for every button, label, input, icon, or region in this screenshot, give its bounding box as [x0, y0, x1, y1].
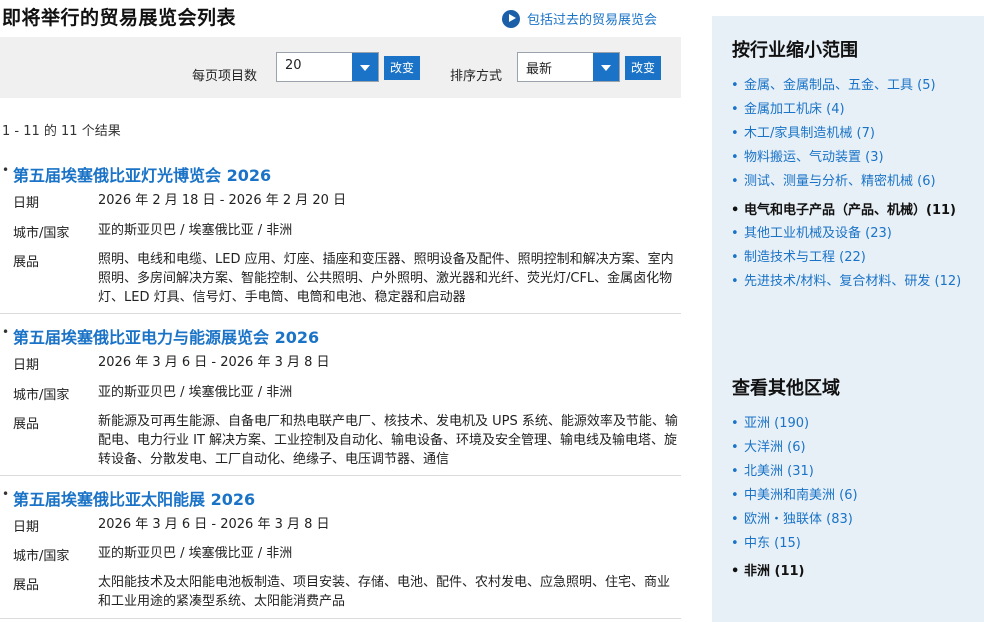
- page-title: 即将举行的贸易展览会列表: [2, 7, 237, 29]
- sort-value: 最新: [526, 62, 553, 77]
- date-label: 日期: [13, 196, 40, 211]
- per-page-label: 每页项目数: [192, 69, 258, 84]
- event-exhibits: 照明、电线和电缆、LED 应用、灯座、插座和变压器、照明设备及配件、照明控制和解…: [98, 252, 674, 305]
- industry-filter-item[interactable]: 金属加工机床 (4): [730, 101, 970, 118]
- filter-sidebar: 按行业缩小范围 金属、金属制品、五金、工具 (5) 金属加工机床 (4) 木工/…: [712, 16, 984, 622]
- include-past-link-label: 包括过去的贸易展览会: [527, 13, 658, 28]
- region-filter-item[interactable]: 大洋洲 (6): [730, 439, 970, 456]
- event-item: • 第五届埃塞俄比亚电力与能源展览会 2026 日期 2026 年 3 月 6 …: [0, 324, 681, 476]
- play-icon: [502, 9, 520, 28]
- event-title-link[interactable]: 第五届埃塞俄比亚太阳能展 2026: [13, 486, 255, 510]
- date-label: 日期: [13, 358, 40, 373]
- region-filter-item[interactable]: 北美洲 (31): [730, 463, 970, 480]
- city-label: 城市/国家: [13, 388, 70, 403]
- region-filter-item[interactable]: 欧洲・独联体 (83): [730, 511, 970, 528]
- industry-filter-heading: 按行业缩小范围: [732, 40, 858, 61]
- region-filter-item[interactable]: 亚洲 (190): [730, 415, 970, 432]
- event-title-link[interactable]: 第五届埃塞俄比亚电力与能源展览会 2026: [13, 324, 319, 348]
- industry-filter-item[interactable]: 先进技术/材料、复合材料、研发 (12): [730, 273, 970, 290]
- exhibits-label: 展品: [13, 417, 40, 432]
- region-filter-item[interactable]: 中美洲和南美洲 (6): [730, 487, 970, 504]
- main-content: 即将举行的贸易展览会列表 包括过去的贸易展览会 每页项目数 20 改变 排序方式…: [0, 0, 684, 622]
- event-date: 2026 年 2 月 18 日 - 2026 年 2 月 20 日: [98, 193, 347, 208]
- event-date: 2026 年 3 月 6 日 - 2026 年 3 月 8 日: [98, 517, 330, 532]
- region-filter-item[interactable]: 中东 (15): [730, 535, 970, 552]
- include-past-link[interactable]: 包括过去的贸易展览会: [502, 9, 657, 28]
- industry-filter-item[interactable]: 制造技术与工程 (22): [730, 249, 970, 266]
- sort-label: 排序方式: [450, 69, 503, 84]
- date-label: 日期: [13, 520, 40, 535]
- chevron-down-icon[interactable]: [593, 53, 619, 81]
- exhibits-label: 展品: [13, 578, 40, 593]
- region-filter-list: 亚洲 (190) 大洋洲 (6) 北美洲 (31) 中美洲和南美洲 (6) 欧洲…: [730, 415, 970, 580]
- event-exhibits: 太阳能技术及太阳能电池板制造、项目安装、存储、电池、配件、农村发电、应急照明、住…: [98, 575, 671, 609]
- per-page-change-button[interactable]: 改变: [384, 56, 421, 80]
- exhibits-label: 展品: [13, 255, 40, 270]
- region-filter-item-active: 非洲 (11): [730, 563, 970, 580]
- sort-select[interactable]: 最新: [517, 52, 620, 82]
- industry-filter-item[interactable]: 木工/家具制造机械 (7): [730, 125, 970, 142]
- list-controls: 每页项目数 20 改变 排序方式 最新 改变: [0, 37, 681, 98]
- event-date: 2026 年 3 月 6 日 - 2026 年 3 月 8 日: [98, 355, 330, 370]
- event-item: • 第五届埃塞俄比亚太阳能展 2026 日期 2026 年 3 月 6 日 - …: [0, 486, 681, 619]
- industry-filter-item-active: 电气和电子产品（产品、机械）(11): [730, 202, 970, 219]
- per-page-value: 20: [285, 58, 302, 73]
- results-count: 1 - 11 的 11 个结果: [2, 124, 121, 139]
- city-label: 城市/国家: [13, 549, 70, 564]
- industry-filter-item[interactable]: 其他工业机械及设备 (23): [730, 225, 970, 242]
- event-city: 亚的斯亚贝巴 / 埃塞俄比亚 / 非洲: [98, 546, 293, 561]
- event-city: 亚的斯亚贝巴 / 埃塞俄比亚 / 非洲: [98, 385, 293, 400]
- event-title-link[interactable]: 第五届埃塞俄比亚灯光博览会 2026: [13, 162, 271, 186]
- industry-filter-item[interactable]: 测试、测量与分析、精密机械 (6): [730, 173, 970, 190]
- industry-filter-item[interactable]: 金属、金属制品、五金、工具 (5): [730, 77, 970, 94]
- industry-filter-item[interactable]: 物料搬运、气动装置 (3): [730, 149, 970, 166]
- sort-change-button[interactable]: 改变: [625, 56, 662, 80]
- event-city: 亚的斯亚贝巴 / 埃塞俄比亚 / 非洲: [98, 223, 293, 238]
- bullet-icon: •: [2, 163, 10, 177]
- event-item: • 第五届埃塞俄比亚灯光博览会 2026 日期 2026 年 2 月 18 日 …: [0, 162, 681, 314]
- industry-filter-list: 金属、金属制品、五金、工具 (5) 金属加工机床 (4) 木工/家具制造机械 (…: [730, 77, 970, 290]
- region-filter-heading: 查看其他区域: [732, 378, 840, 399]
- chevron-down-icon[interactable]: [352, 53, 378, 81]
- bullet-icon: •: [2, 325, 10, 339]
- city-label: 城市/国家: [13, 226, 70, 241]
- per-page-select[interactable]: 20: [276, 52, 379, 82]
- bullet-icon: •: [2, 487, 10, 501]
- event-exhibits: 新能源及可再生能源、自备电厂和热电联产电厂、核技术、发电机及 UPS 系统、能源…: [98, 414, 678, 467]
